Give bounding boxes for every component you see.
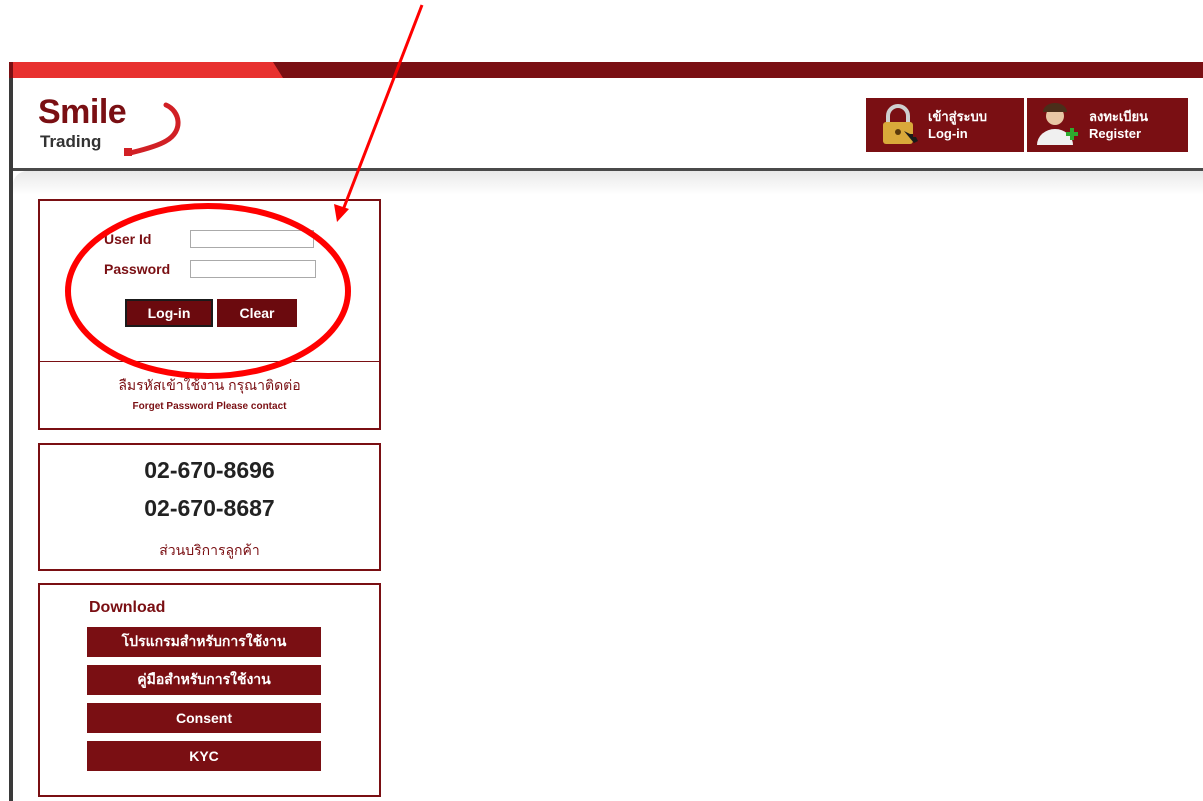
password-label: Password — [104, 261, 171, 277]
download-manual-button[interactable]: คู่มือสำหรับการใช้งาน — [87, 665, 321, 695]
phone-number-1: 02-670-8696 — [144, 457, 275, 483]
contact-panel: 02-670-8696 02-670-8687 ส่วนบริการลูกค้า — [38, 443, 381, 571]
download-panel: Download โปรแกรมสำหรับการใช้งาน คู่มือสำ… — [38, 583, 381, 797]
logo-text: Smile — [38, 93, 127, 131]
password-input[interactable] — [190, 260, 316, 278]
content-top-shade — [13, 171, 1203, 195]
add-user-icon — [1037, 103, 1078, 145]
download-title: Download — [89, 599, 166, 616]
padlock-icon — [883, 104, 918, 144]
header-register-th: ลงทะเบียน — [1089, 109, 1149, 124]
customer-service-label: ส่วนบริการลูกค้า — [159, 542, 260, 558]
clear-button[interactable]: Clear — [217, 299, 297, 327]
header-login-th: เข้าสู่ระบบ — [928, 109, 988, 124]
logo-subtext: Trading — [40, 132, 102, 151]
download-program-button[interactable]: โปรแกรมสำหรับการใช้งาน — [87, 627, 321, 657]
top-bar-accent — [13, 62, 283, 78]
download-consent-button[interactable]: Consent — [87, 703, 321, 733]
user-id-input[interactable] — [190, 230, 314, 248]
forgot-password-th: ลืมรหัสเข้าใช้งาน กรุณาติดต่อ — [118, 377, 301, 393]
smile-trading-logo[interactable]: Smile Trading — [38, 93, 198, 163]
login-divider — [40, 361, 379, 362]
download-kyc-button[interactable]: KYC — [87, 741, 321, 771]
login-button[interactable]: Log-in — [125, 299, 213, 327]
site-header: Smile Trading เข้าสู่ระบบ Log-in ลงทะเบี… — [13, 78, 1203, 171]
header-login-button[interactable]: เข้าสู่ระบบ Log-in — [866, 98, 1024, 152]
user-id-label: User Id — [104, 231, 152, 247]
frame-left-edge — [9, 62, 13, 801]
forgot-password-en: Forget Password Please contact — [132, 401, 287, 412]
header-register-en: Register — [1089, 126, 1142, 141]
header-login-en: Log-in — [928, 126, 968, 141]
header-register-button[interactable]: ลงทะเบียน Register — [1027, 98, 1188, 152]
phone-number-2: 02-670-8687 — [144, 495, 275, 521]
login-panel: User Id Password Log-in Clear ลืมรหัสเข้… — [38, 199, 381, 430]
